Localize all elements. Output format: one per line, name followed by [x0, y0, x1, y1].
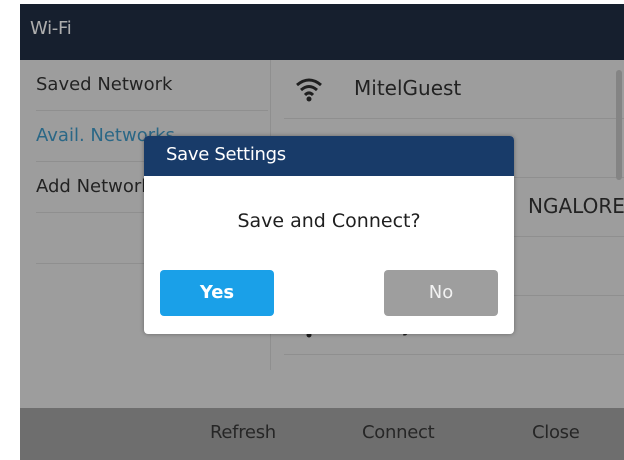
dialog-header: Save Settings	[144, 136, 514, 176]
dialog-title: Save Settings	[166, 144, 286, 165]
save-settings-dialog: Save Settings Save and Connect? Yes No	[144, 136, 514, 334]
dialog-message: Save and Connect?	[237, 210, 421, 232]
phone-screen: Wi-Fi Saved Network Avail. Networks Add …	[20, 4, 624, 460]
yes-button[interactable]: Yes	[160, 270, 274, 316]
no-button[interactable]: No	[384, 270, 498, 316]
